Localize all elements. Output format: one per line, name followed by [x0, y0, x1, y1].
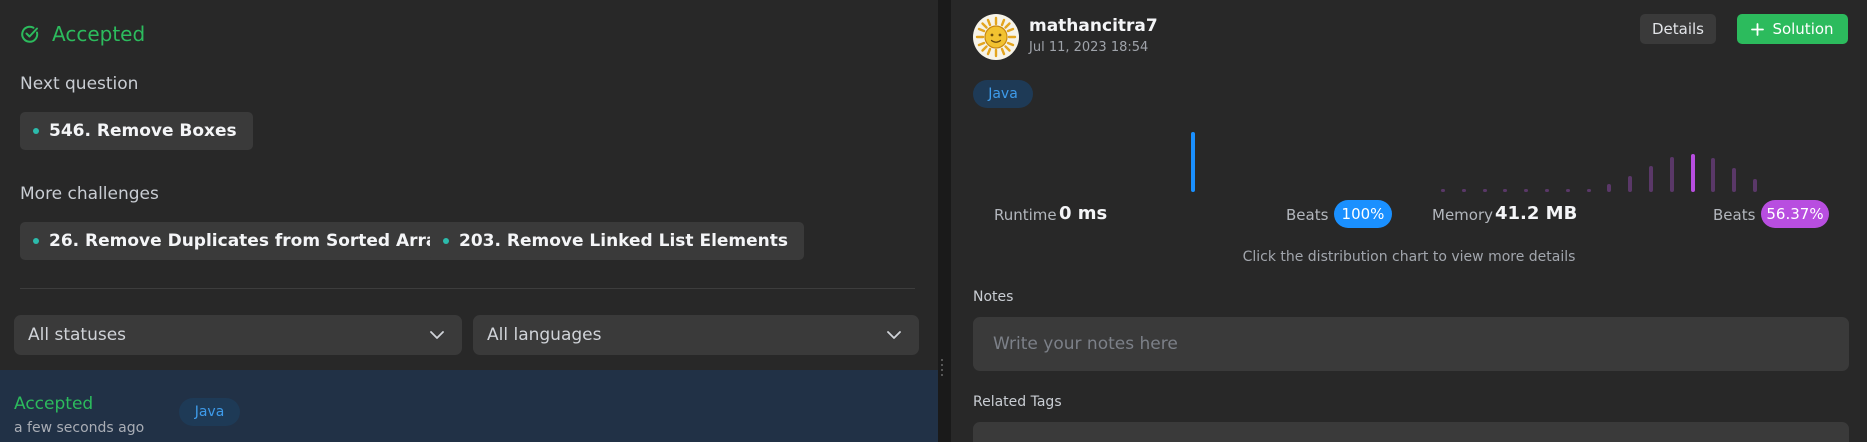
bullet-dot [33, 238, 39, 244]
chevron-down-icon [887, 330, 901, 339]
plus-icon [1751, 22, 1765, 36]
memory-beats-badge: 56.37% [1761, 200, 1829, 228]
avatar[interactable] [973, 14, 1019, 60]
runtime-label: Runtime [994, 206, 1057, 224]
details-button-label: Details [1651, 20, 1704, 38]
username[interactable]: mathancitra7 [1029, 16, 1158, 36]
memory-distribution-bar[interactable] [1461, 189, 1466, 192]
memory-value: 41.2 MB [1495, 203, 1578, 224]
chip-label: 26. Remove Duplicates from Sorted Array [49, 231, 448, 251]
memory-distribution-bar[interactable] [1524, 189, 1529, 192]
submission-status: Accepted [14, 394, 94, 414]
next-question-label: Next question [20, 74, 139, 94]
result-status: Accepted [20, 22, 145, 46]
memory-distribution-bar[interactable] [1565, 189, 1570, 192]
solution-button-label: Solution [1772, 20, 1834, 38]
submission-result-panel: Accepted Next question 546. Remove Boxes… [0, 0, 938, 442]
sun-face-icon [975, 16, 1017, 58]
related-tags-box[interactable] [973, 422, 1849, 442]
language-filter-value: All languages [487, 325, 602, 345]
memory-distribution-bar[interactable] [1607, 183, 1612, 192]
submission-detail-panel: mathancitra7 Jul 11, 2023 18:54 Details … [951, 0, 1867, 442]
memory-distribution-bar[interactable] [1669, 157, 1674, 192]
runtime-distribution-chart[interactable] [1189, 120, 1199, 192]
status-filter-select[interactable]: All statuses [14, 315, 462, 355]
memory-distribution-bar[interactable] [1586, 189, 1591, 192]
related-tags-label: Related Tags [973, 394, 1062, 410]
memory-distribution-bar[interactable] [1649, 165, 1653, 192]
status-filter-value: All statuses [28, 325, 127, 345]
memory-distribution-bar[interactable] [1753, 178, 1757, 192]
memory-label: Memory [1432, 206, 1494, 224]
submission-row[interactable]: Accepted a few seconds ago Java [0, 370, 938, 442]
language-filter-select[interactable]: All languages [473, 315, 919, 355]
details-button[interactable]: Details [1640, 14, 1716, 44]
memory-distribution-bar[interactable] [1711, 158, 1716, 192]
chip-label: 546. Remove Boxes [49, 121, 237, 141]
runtime-beats-label: Beats [1286, 206, 1329, 224]
submission-date: Jul 11, 2023 18:54 [1029, 40, 1149, 55]
next-question-chip[interactable]: 546. Remove Boxes [20, 112, 253, 150]
submission-language-badge: Java [179, 398, 240, 426]
distribution-hint: Click the distribution chart to view mor… [1242, 249, 1576, 265]
language-badge: Java [973, 80, 1033, 108]
notes-input[interactable] [973, 317, 1849, 371]
notes-label: Notes [973, 289, 1014, 305]
runtime-distribution-bar[interactable] [1191, 132, 1195, 192]
result-status-label: Accepted [52, 22, 146, 46]
memory-distribution-bar[interactable] [1441, 189, 1445, 192]
runtime-beats-badge: 100% [1334, 200, 1392, 228]
memory-beats-label: Beats [1713, 206, 1756, 224]
memory-distribution-bar[interactable] [1545, 189, 1549, 192]
memory-distribution-bar[interactable] [1503, 189, 1508, 192]
panel-splitter[interactable] [938, 0, 939, 442]
memory-distribution-bar[interactable] [1628, 176, 1633, 192]
solution-button[interactable]: Solution [1737, 14, 1848, 44]
memory-distribution-chart[interactable] [1439, 120, 1779, 192]
check-circle-icon [21, 25, 39, 43]
memory-distribution-bar[interactable] [1732, 168, 1737, 192]
runtime-value: 0 ms [1059, 203, 1108, 224]
chevron-down-icon [430, 330, 444, 339]
memory-distribution-bar[interactable] [1482, 189, 1487, 192]
more-challenges-label: More challenges [20, 184, 159, 204]
submission-time: a few seconds ago [14, 420, 145, 436]
resize-handle[interactable] [941, 359, 943, 376]
divider [20, 288, 915, 289]
chip-label: 203. Remove Linked List Elements [459, 231, 789, 251]
bullet-dot [33, 128, 39, 134]
bullet-dot [443, 238, 449, 244]
challenge-chip[interactable]: 203. Remove Linked List Elements [430, 222, 805, 260]
challenge-chip[interactable]: 26. Remove Duplicates from Sorted Array [20, 222, 464, 260]
memory-distribution-bar[interactable] [1690, 154, 1695, 192]
